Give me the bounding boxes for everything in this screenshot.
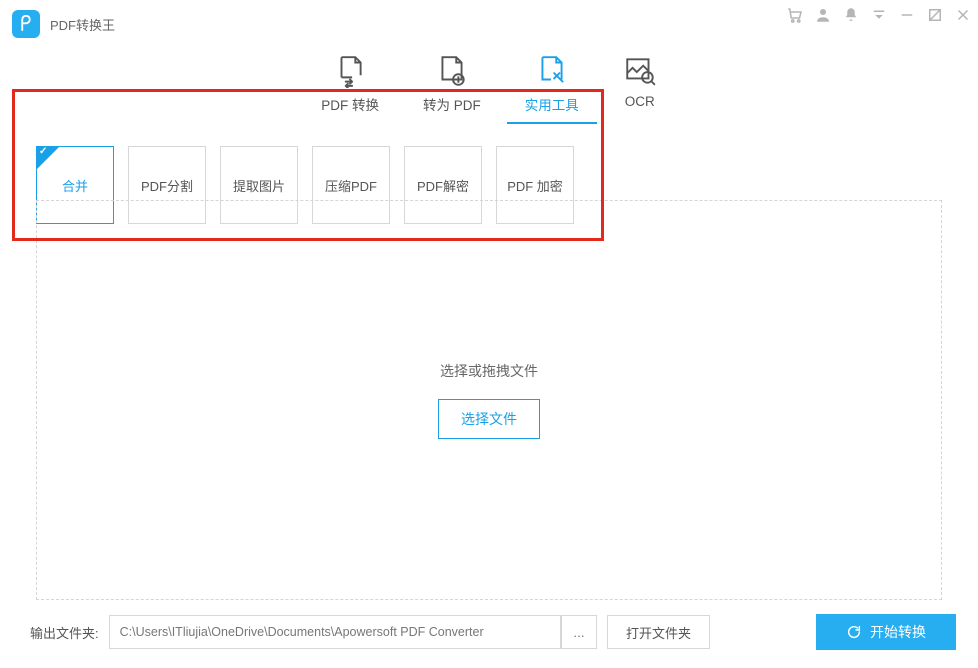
bell-icon[interactable] — [842, 6, 860, 24]
refresh-icon — [846, 624, 862, 640]
tab-label: OCR — [625, 94, 655, 109]
browse-button[interactable]: ... — [561, 615, 597, 649]
document-plus-icon — [435, 54, 469, 88]
drop-hint-text: 选择或拖拽文件 — [440, 361, 538, 381]
output-folder-label: 输出文件夹: — [30, 623, 99, 642]
tool-label: PDF分割 — [141, 176, 193, 195]
tool-label: PDF解密 — [417, 176, 469, 195]
close-icon[interactable] — [954, 6, 972, 24]
open-folder-button[interactable]: 打开文件夹 — [607, 615, 710, 649]
start-convert-button[interactable]: 开始转换 — [816, 614, 956, 650]
output-path-input[interactable] — [109, 615, 561, 649]
tab-pdf-convert[interactable]: PDF 转换 — [321, 54, 379, 122]
tool-label: 合并 — [62, 176, 88, 195]
tab-label: PDF 转换 — [321, 94, 379, 114]
cart-icon[interactable] — [786, 6, 804, 24]
tool-label: 提取图片 — [233, 176, 285, 195]
app-logo-icon — [12, 10, 40, 38]
menu-icon[interactable] — [870, 6, 888, 24]
file-drop-area[interactable]: 选择或拖拽文件 选择文件 — [36, 200, 942, 600]
image-search-icon — [623, 54, 657, 88]
document-arrow-icon — [333, 54, 367, 88]
user-icon[interactable] — [814, 6, 832, 24]
minimize-icon[interactable] — [898, 6, 916, 24]
tab-to-pdf[interactable]: 转为 PDF — [423, 54, 481, 122]
start-button-label: 开始转换 — [870, 622, 926, 642]
maximize-icon[interactable] — [926, 6, 944, 24]
tab-utilities[interactable]: 实用工具 — [525, 54, 579, 122]
tab-label: 转为 PDF — [423, 94, 481, 114]
tool-label: PDF 加密 — [507, 176, 563, 195]
tab-label: 实用工具 — [525, 94, 579, 114]
app-title: PDF转换王 — [50, 15, 115, 34]
choose-file-button[interactable]: 选择文件 — [438, 399, 540, 439]
document-hand-icon — [535, 54, 569, 88]
tab-ocr[interactable]: OCR — [623, 54, 657, 122]
tool-label: 压缩PDF — [325, 176, 377, 195]
